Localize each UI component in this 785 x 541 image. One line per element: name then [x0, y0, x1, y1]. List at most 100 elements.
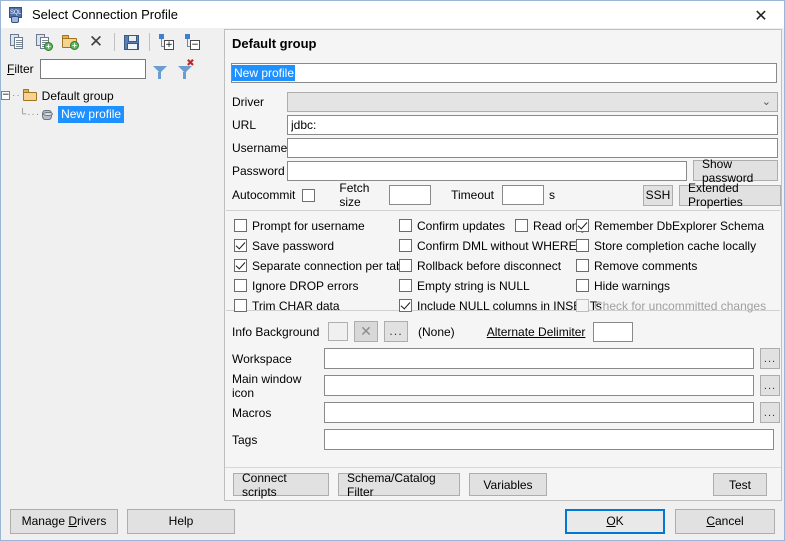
checkbox[interactable]	[234, 219, 247, 232]
toolbar-separator	[114, 33, 115, 51]
alternate-delimiter-input[interactable]	[593, 321, 634, 342]
profile-name-input[interactable]: New profile	[231, 63, 777, 83]
checkbox[interactable]	[399, 219, 412, 232]
cancel-button[interactable]: Cancel	[675, 508, 775, 534]
url-input[interactable]	[287, 114, 778, 135]
option-label: Ignore DROP errors	[252, 278, 359, 293]
new-profile-icon: +	[36, 34, 53, 51]
new-profile-button[interactable]: +	[32, 30, 56, 54]
macros-browse-button[interactable]: ...	[760, 402, 780, 423]
tags-input[interactable]	[324, 429, 774, 450]
schema-catalog-filter-button[interactable]: Schema/Catalog Filter	[338, 471, 460, 499]
main-window-icon-browse-button[interactable]: ...	[760, 375, 780, 396]
alternate-delimiter-label: Alternate Delimiter	[486, 324, 586, 339]
password-label: Password	[232, 163, 285, 178]
close-icon[interactable]: ✕	[744, 4, 778, 26]
option-label: Trim CHAR data	[252, 298, 340, 313]
checkbox[interactable]	[399, 279, 412, 292]
workspace-browse-button[interactable]: ...	[760, 348, 780, 369]
clear-filter-button[interactable]: ✖	[174, 58, 196, 80]
option-prompt-for-username[interactable]: Prompt for username	[234, 216, 403, 235]
option-label: Separate connection per tab	[252, 258, 403, 273]
clear-color-button[interactable]: ✕	[354, 321, 378, 342]
ssh-button[interactable]: SSH	[643, 184, 674, 206]
option-trim-char-data[interactable]: Trim CHAR data	[234, 296, 403, 315]
workspace-input[interactable]	[324, 348, 754, 369]
option-remove-comments[interactable]: Remove comments	[576, 256, 766, 275]
autocommit-checkbox[interactable]	[302, 188, 316, 202]
checkbox[interactable]	[399, 299, 412, 312]
checkbox[interactable]	[234, 299, 247, 312]
profile-tree[interactable]: − ·· Default group └··· New profile	[1, 82, 220, 502]
username-label: Username	[232, 140, 288, 155]
checkbox[interactable]	[399, 259, 412, 272]
new-group-button[interactable]: +	[58, 30, 82, 54]
apply-filter-button[interactable]	[149, 58, 171, 80]
ok-label: OK	[606, 514, 624, 528]
help-button[interactable]: Help	[127, 508, 235, 534]
checkbox[interactable]	[234, 279, 247, 292]
checkbox[interactable]	[576, 279, 589, 292]
tree-connector: ··	[12, 90, 21, 101]
driver-row: Driver ⌄	[225, 90, 781, 113]
password-input[interactable]	[287, 160, 687, 181]
option-ignore-drop-errors[interactable]: Ignore DROP errors	[234, 276, 403, 295]
info-background-row: Info Background ✕ ... (None) Alternate D…	[225, 318, 781, 345]
option-confirm-dml-without-where[interactable]: Confirm DML without WHERE	[399, 236, 602, 255]
tree-expander-icon[interactable]: −	[1, 91, 10, 100]
option-store-completion-cache-locally[interactable]: Store completion cache locally	[576, 236, 766, 255]
database-icon	[42, 109, 54, 121]
save-profiles-button[interactable]	[119, 30, 143, 54]
info-background-swatch[interactable]	[328, 322, 348, 341]
url-row: URL	[225, 113, 781, 136]
test-connection-button[interactable]: Test	[713, 473, 767, 496]
extended-properties-button[interactable]: Extended Properties	[679, 181, 781, 209]
driver-select[interactable]: ⌄	[287, 91, 778, 112]
option-remember-dbexplorer-schema[interactable]: Remember DbExplorer Schema	[576, 216, 766, 235]
checkbox[interactable]	[234, 239, 247, 252]
timeout-input[interactable]	[502, 185, 545, 205]
checkbox[interactable]	[576, 219, 589, 232]
profile-detail-panel: Default group New profile Driver ⌄ URL U…	[224, 29, 782, 501]
tree-item-default-group[interactable]: − ·· Default group	[1, 86, 220, 105]
password-row: Password Show password	[225, 157, 781, 185]
filter-input[interactable]	[39, 59, 146, 79]
option-separate-connection-per-tab[interactable]: Separate connection per tab	[234, 256, 403, 275]
checkbox[interactable]	[576, 259, 589, 272]
url-label: URL	[232, 117, 257, 132]
cancel-label: Cancel	[706, 514, 744, 528]
ok-button[interactable]: OK	[565, 508, 665, 534]
option-label: Confirm updates	[417, 218, 506, 233]
option-empty-string-is-null[interactable]: Empty string is NULL	[399, 276, 602, 295]
copy-profile-button[interactable]	[6, 30, 30, 54]
fetch-size-label: Fetch size	[339, 181, 370, 209]
expand-all-button[interactable]: +	[154, 30, 178, 54]
read-only-checkbox[interactable]	[515, 219, 529, 232]
collapse-all-button[interactable]: −	[180, 30, 204, 54]
appearance-section: Info Background ✕ ... (None) Alternate D…	[225, 318, 781, 453]
delete-profile-button[interactable]: ✕	[84, 30, 108, 54]
options-column-3: Remember DbExplorer Schema Store complet…	[576, 216, 766, 316]
chevron-down-icon: ⌄	[761, 95, 771, 108]
option-save-password[interactable]: Save password	[234, 236, 403, 255]
manage-drivers-button[interactable]: Manage Drivers	[10, 508, 118, 534]
checkbox[interactable]	[399, 239, 412, 252]
pick-color-button[interactable]: ...	[384, 321, 408, 342]
checkbox[interactable]	[576, 239, 589, 252]
option-confirm-updates[interactable]: Confirm updates Read only	[399, 216, 602, 235]
tree-item-new-profile[interactable]: └··· New profile	[1, 105, 220, 124]
checkbox[interactable]	[234, 259, 247, 272]
username-input[interactable]	[287, 137, 778, 158]
workspace-row: Workspace ...	[225, 345, 781, 372]
option-rollback-before-disconnect[interactable]: Rollback before disconnect	[399, 256, 602, 275]
option-include-null-columns-in-inserts[interactable]: Include NULL columns in INSERTs	[399, 296, 602, 315]
tree-connector-child: └···	[19, 109, 41, 120]
main-window-icon-input[interactable]	[324, 375, 754, 396]
copy-profile-icon	[10, 34, 26, 50]
connect-scripts-button[interactable]: Connect scripts	[233, 471, 329, 499]
show-password-button[interactable]: Show password	[693, 157, 778, 185]
variables-button[interactable]: Variables	[469, 473, 547, 496]
option-hide-warnings[interactable]: Hide warnings	[576, 276, 766, 295]
macros-input[interactable]	[324, 402, 754, 423]
fetch-size-input[interactable]	[389, 185, 432, 205]
